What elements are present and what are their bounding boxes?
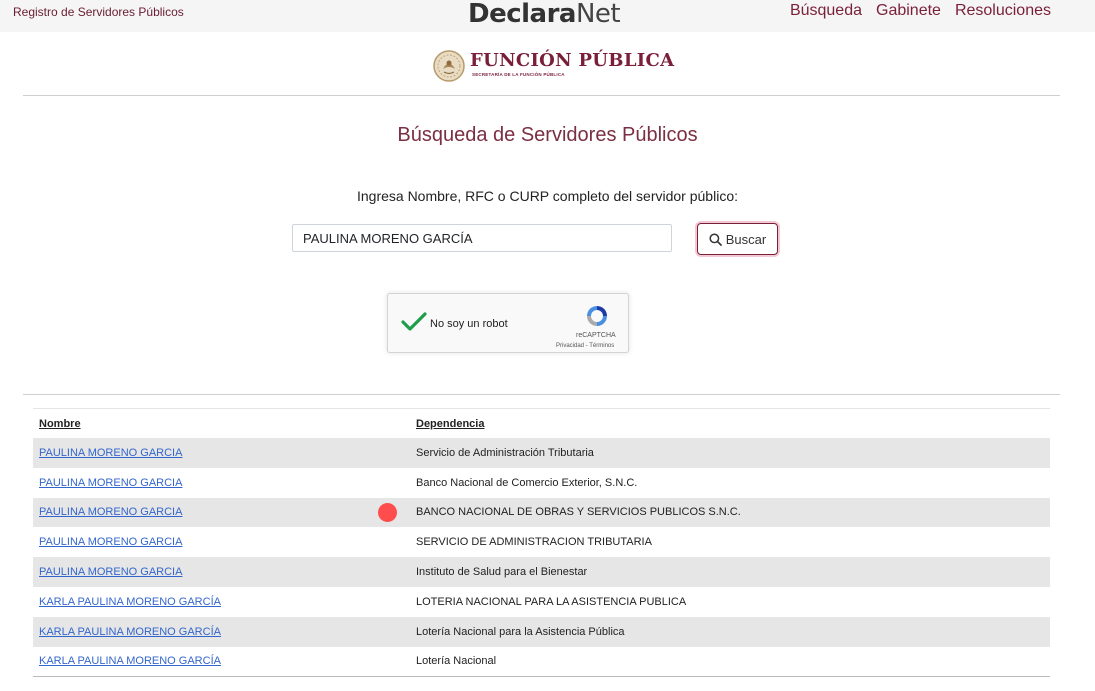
- page-title: Búsqueda de Servidores Públicos: [397, 124, 698, 146]
- top-navbar: Registro de Servidores Públicos DeclaraN…: [0, 0, 1095, 32]
- brand-logo[interactable]: DeclaraNet: [468, 0, 621, 29]
- recaptcha-label: No soy un robot: [430, 318, 508, 330]
- search-icon: [709, 232, 722, 246]
- nav-resoluciones[interactable]: Resoluciones: [955, 2, 1051, 20]
- header-dependencia[interactable]: Dependencia: [410, 409, 1050, 439]
- result-dependencia: SERVICIO DE ADMINISTRACION TRIBUTARIA: [416, 536, 652, 549]
- brand-light: Net: [575, 0, 621, 29]
- result-name-link[interactable]: PAULINA MORENO GARCIA: [39, 447, 182, 459]
- table-row: PAULINA MORENO GARCIA Instituto de Salud…: [33, 557, 1050, 587]
- results-table: Nombre Dependencia PAULINA MORENO GARCIA…: [33, 408, 1050, 678]
- result-name-link[interactable]: KARLA PAULINA MORENO GARCÍA: [39, 596, 221, 608]
- result-name-link[interactable]: PAULINA MORENO GARCIA: [39, 566, 182, 578]
- search-button[interactable]: Buscar: [697, 223, 778, 255]
- result-dependencia: BANCO NACIONAL DE OBRAS Y SERVICIOS PUBL…: [410, 497, 1050, 528]
- table-row: PAULINA MORENO GARCIA BANCO NACIONAL DE …: [33, 497, 1050, 528]
- result-name-link[interactable]: PAULINA MORENO GARCIA: [39, 477, 182, 489]
- table-row: KARLA PAULINA MORENO GARCÍA Lotería Naci…: [33, 616, 1050, 647]
- check-icon[interactable]: [401, 311, 427, 333]
- result-dependencia: Banco Nacional de Comercio Exterior, S.N…: [416, 476, 638, 489]
- nav-gabinete[interactable]: Gabinete: [876, 2, 941, 20]
- result-dependencia: LOTERIA NACIONAL PARA LA ASISTENCIA PUBL…: [416, 595, 687, 608]
- recaptcha-brand: reCAPTCHA: [576, 332, 616, 339]
- seal-icon: [433, 50, 465, 82]
- site-label[interactable]: Registro de Servidores Públicos: [13, 5, 184, 19]
- result-dependencia: Instituto de Salud para el Bienestar: [410, 557, 1050, 587]
- table-row: PAULINA MORENO GARCIA Servicio de Admini…: [33, 438, 1050, 468]
- brand-bold: Declara: [468, 0, 576, 29]
- result-name-link[interactable]: PAULINA MORENO GARCIA: [39, 536, 182, 548]
- table-row: KARLA PAULINA MORENO GARCÍA Lotería Naci…: [33, 646, 1050, 678]
- recaptcha-widget: No soy un robot reCAPTCHA Privacidad - T…: [387, 293, 629, 353]
- result-dependencia: Lotería Nacional: [410, 646, 1050, 678]
- table-header-row: Nombre Dependencia: [33, 409, 1050, 439]
- divider-top: [23, 95, 1060, 96]
- table-row: PAULINA MORENO GARCIA SERVICIO DE ADMINI…: [33, 527, 1050, 557]
- logo-title: FUNCIÓN PÚBLICA: [470, 50, 675, 71]
- result-name-link[interactable]: KARLA PAULINA MORENO GARCÍA: [39, 655, 221, 667]
- funcion-publica-logo: FUNCIÓN PÚBLICA SECRETARÍA DE LA FUNCIÓN…: [433, 48, 693, 84]
- recaptcha-links[interactable]: Privacidad - Términos: [556, 343, 614, 349]
- table-row: PAULINA MORENO GARCIA Banco Nacional de …: [33, 468, 1050, 498]
- search-prompt: Ingresa Nombre, RFC o CURP completo del …: [356, 188, 738, 204]
- cursor-marker: [378, 503, 397, 522]
- search-button-label: Buscar: [725, 231, 767, 247]
- table-row: KARLA PAULINA MORENO GARCÍA LOTERIA NACI…: [33, 587, 1050, 617]
- divider-bottom: [23, 394, 1060, 395]
- result-name-link[interactable]: KARLA PAULINA MORENO GARCÍA: [39, 626, 221, 638]
- result-name-link[interactable]: PAULINA MORENO GARCIA: [39, 506, 182, 518]
- header-nombre[interactable]: Nombre: [33, 409, 410, 439]
- main-nav: Búsqueda Gabinete Resoluciones: [790, 2, 1051, 20]
- result-dependencia: Servicio de Administración Tributaria: [410, 438, 1050, 468]
- logo-subtitle: SECRETARÍA DE LA FUNCIÓN PÚBLICA: [472, 72, 565, 77]
- recaptcha-icon: [587, 306, 607, 326]
- nav-busqueda[interactable]: Búsqueda: [790, 2, 862, 20]
- result-dependencia: Lotería Nacional para la Asistencia Públ…: [410, 616, 1050, 647]
- search-input[interactable]: [292, 224, 672, 252]
